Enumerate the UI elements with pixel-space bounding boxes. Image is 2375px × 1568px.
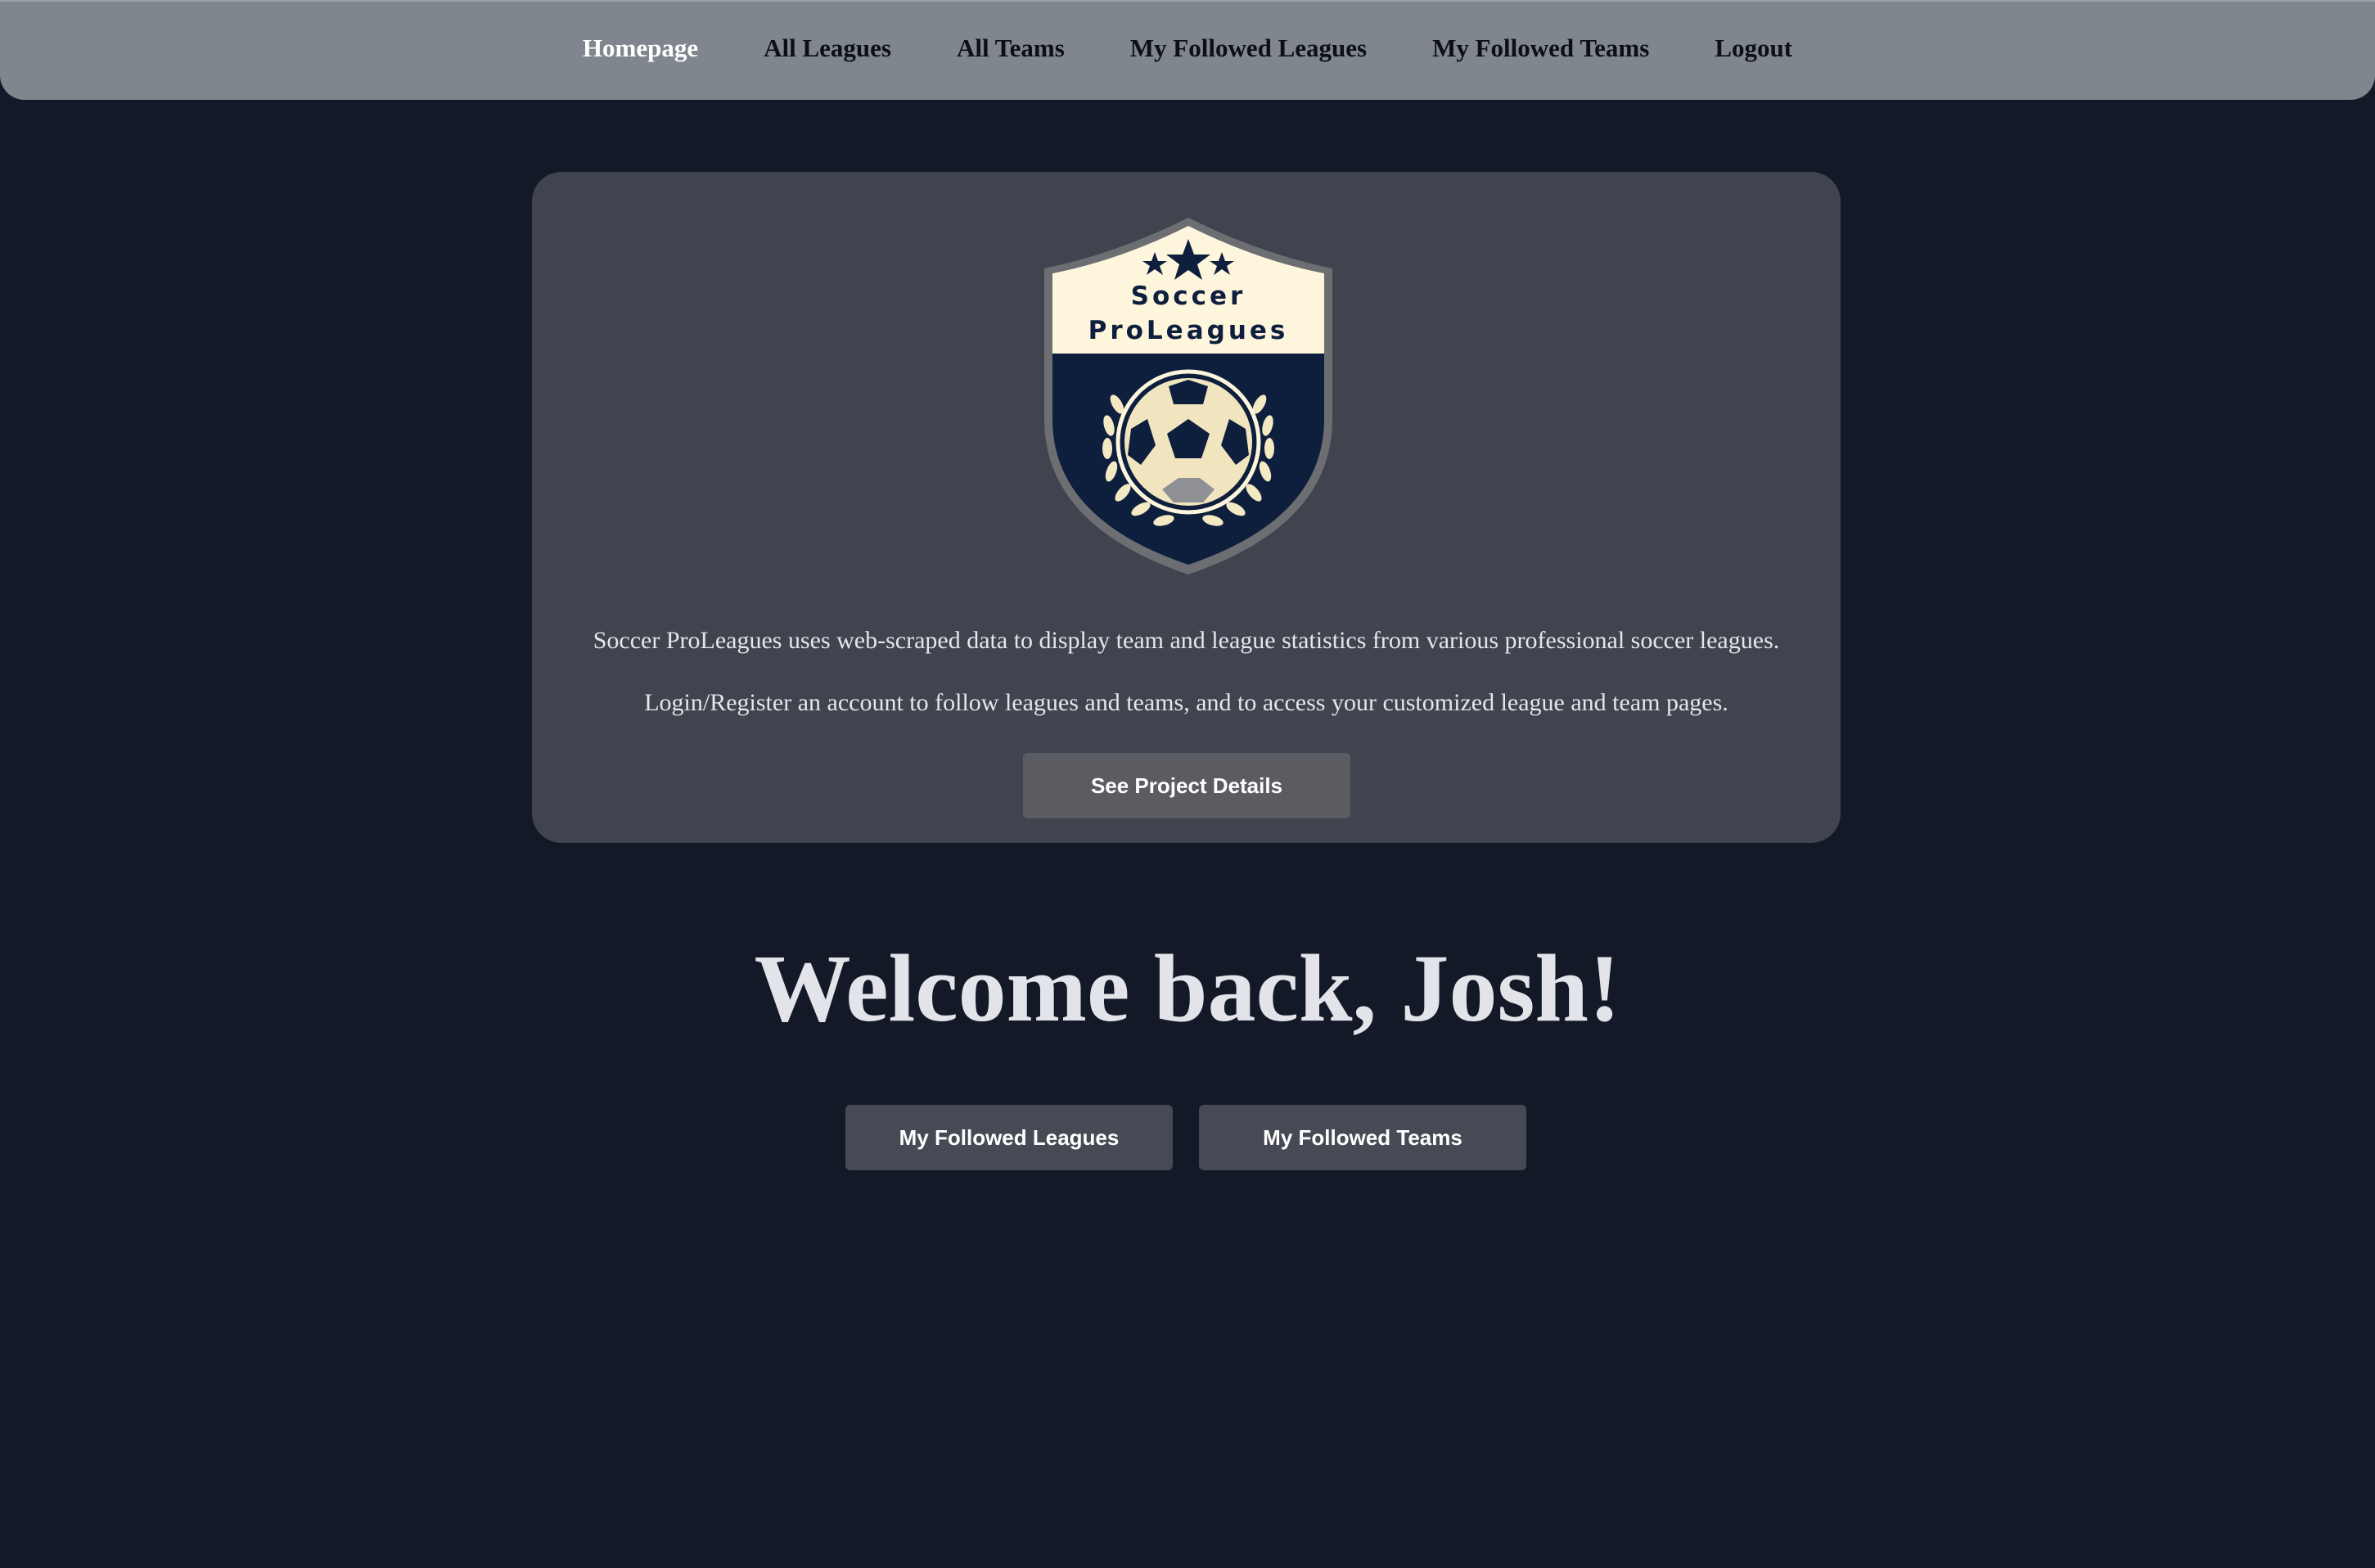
nav-my-followed-teams[interactable]: My Followed Teams	[1432, 34, 1649, 63]
top-navbar: Homepage All Leagues All Teams My Follow…	[0, 0, 2375, 100]
logo-line1: Soccer	[1131, 282, 1246, 311]
nav-homepage[interactable]: Homepage	[583, 34, 698, 63]
soccer-shield-logo-icon: Soccer ProLeagues	[1044, 218, 1332, 574]
my-followed-teams-button[interactable]: My Followed Teams	[1199, 1105, 1526, 1170]
intro-card: Soccer ProLeagues Soccer ProLeagues uses…	[532, 172, 1841, 843]
logo-line2: ProLeagues	[1088, 316, 1289, 345]
nav-logout[interactable]: Logout	[1715, 34, 1792, 63]
project-description: Soccer ProLeagues uses web-scraped data …	[593, 627, 1780, 654]
login-register-description: Login/Register an account to follow leag…	[644, 689, 1728, 716]
see-project-details-button[interactable]: See Project Details	[1023, 753, 1350, 818]
nav-all-teams[interactable]: All Teams	[957, 34, 1065, 63]
welcome-heading: Welcome back, Josh!	[754, 935, 1621, 1042]
nav-my-followed-leagues[interactable]: My Followed Leagues	[1130, 34, 1367, 63]
nav-all-leagues[interactable]: All Leagues	[764, 34, 891, 63]
my-followed-leagues-button[interactable]: My Followed Leagues	[845, 1105, 1173, 1170]
